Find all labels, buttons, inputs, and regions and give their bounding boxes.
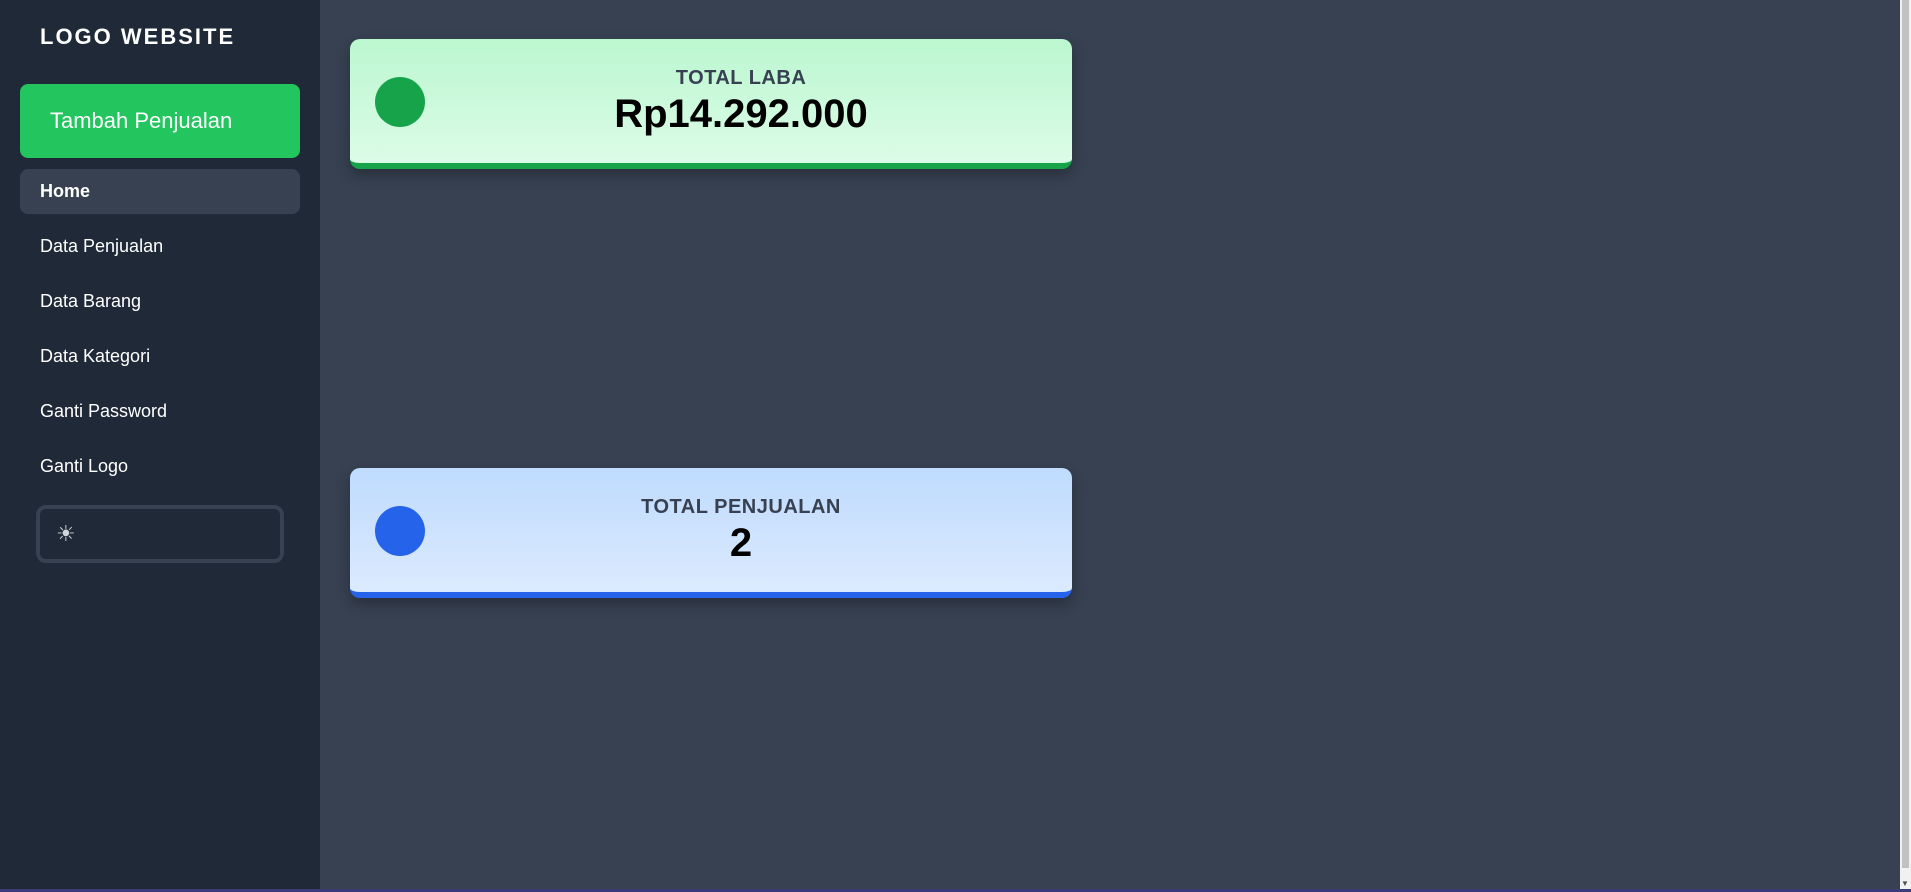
card-value: Rp14.292.000 [614, 92, 868, 136]
card-value: 2 [729, 521, 753, 565]
sidebar-item-data-penjualan[interactable]: Data Penjualan [20, 224, 300, 269]
scroll-down-arrow-icon[interactable]: ▼ [1901, 880, 1909, 888]
sidebar: LOGO WEBSITE Tambah Penjualan Home Data … [0, 0, 320, 889]
card-label: TOTAL PENJUALAN [641, 496, 841, 518]
card-text: TOTAL PENJUALAN 2 [350, 496, 1072, 566]
sidebar-item-data-kategori[interactable]: Data Kategori [20, 334, 300, 379]
sidebar-item-data-barang[interactable]: Data Barang [20, 279, 300, 324]
app-root: LOGO WEBSITE Tambah Penjualan Home Data … [0, 0, 1911, 892]
theme-toggle[interactable]: ☀ [36, 505, 284, 563]
sidebar-item-ganti-password[interactable]: Ganti Password [20, 389, 300, 434]
sidebar-nav: Home Data Penjualan Data Barang Data Kat… [20, 169, 300, 499]
scrollbar-thumb[interactable] [1902, 0, 1909, 868]
card-text: TOTAL LABA Rp14.292.000 [350, 67, 1072, 137]
sidebar-item-home[interactable]: Home [20, 169, 300, 214]
sun-icon: ☀ [56, 521, 76, 546]
total-laba-card: TOTAL LABA Rp14.292.000 [350, 39, 1072, 169]
logo: LOGO WEBSITE [40, 24, 236, 49]
total-penjualan-card: TOTAL PENJUALAN 2 [350, 468, 1072, 598]
add-sale-button[interactable]: Tambah Penjualan [20, 84, 300, 158]
sidebar-item-ganti-logo[interactable]: Ganti Logo [20, 444, 300, 489]
card-label: TOTAL LABA [675, 67, 807, 89]
vertical-scrollbar[interactable]: ▼ [1900, 0, 1911, 889]
